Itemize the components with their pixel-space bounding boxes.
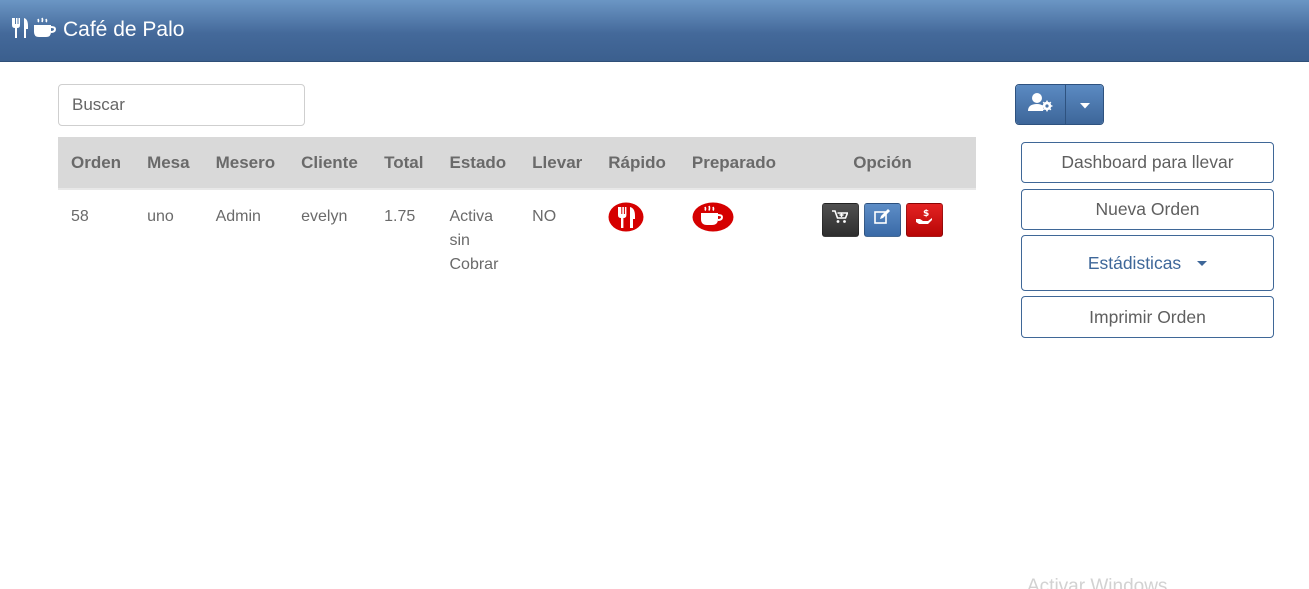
- col-opcion: Opción: [853, 152, 912, 172]
- coffee-icon: [692, 202, 734, 240]
- cell-total: 1.75: [371, 188, 437, 287]
- estado-line: Cobrar: [449, 256, 499, 273]
- col-estado: Estado: [449, 152, 507, 172]
- cell-mesero: Admin: [202, 188, 289, 287]
- user-menu-button-group: [1015, 84, 1104, 125]
- imprimir-orden-label: Imprimir Orden: [1089, 306, 1206, 327]
- edit-icon: [874, 208, 891, 232]
- dashboard-para-llevar-button[interactable]: Dashboard para llevar: [1021, 142, 1274, 183]
- cell-llevar: NO: [519, 188, 596, 287]
- cart-icon: [832, 208, 850, 232]
- brand-icons: [10, 17, 57, 44]
- col-llevar: Llevar: [532, 152, 583, 172]
- caret-down-icon: [1079, 96, 1090, 114]
- orders-table: Orden Mesa Mesero Cliente Total Estado L…: [58, 137, 976, 287]
- table-row: 58 uno Admin evelyn 1.75 Activa sin Cobr…: [58, 188, 976, 287]
- dashboard-para-llevar-label: Dashboard para llevar: [1061, 152, 1234, 172]
- svg-text:$: $: [923, 209, 929, 219]
- options-group: $: [802, 203, 963, 237]
- imprimir-orden-button[interactable]: Imprimir Orden: [1021, 296, 1274, 338]
- charge-button[interactable]: $: [905, 203, 943, 237]
- caret-down-icon: [1197, 260, 1208, 266]
- cell-orden: 58: [58, 188, 135, 287]
- user-settings-button[interactable]: [1016, 85, 1066, 124]
- brand-title: Café de Palo: [63, 18, 185, 41]
- cell-preparado: [678, 188, 789, 287]
- cell-rapido: [595, 188, 679, 287]
- cell-opcion: $: [788, 188, 976, 287]
- coffee-icon: [33, 17, 57, 44]
- nueva-orden-label: Nueva Orden: [1095, 199, 1200, 219]
- estadisticas-dropdown[interactable]: Estádisticas: [1021, 235, 1274, 291]
- utensils-icon: [608, 202, 644, 240]
- nueva-orden-button[interactable]: Nueva Orden: [1021, 189, 1274, 230]
- hand-money-icon: $: [915, 208, 933, 233]
- top-navbar: Café de Palo: [0, 0, 1309, 62]
- windows-activation-watermark: Activar Windows: [1027, 576, 1168, 589]
- utensils-icon: [10, 17, 30, 44]
- col-orden: Orden: [71, 152, 122, 172]
- estado-line: sin: [449, 232, 470, 249]
- brand[interactable]: Café de Palo: [10, 15, 184, 45]
- col-rapido: Rápido: [608, 152, 666, 172]
- table-header: Orden Mesa Mesero Cliente Total Estado L…: [58, 137, 976, 189]
- edit-button[interactable]: [863, 203, 901, 237]
- cell-cliente: evelyn: [288, 188, 372, 287]
- cell-mesa: uno: [134, 188, 203, 287]
- col-mesero: Mesero: [215, 152, 276, 172]
- estadisticas-label: Estádisticas: [1087, 252, 1182, 273]
- col-preparado: Preparado: [691, 152, 776, 172]
- cell-estado: Activa sin Cobrar: [436, 188, 520, 287]
- estado-line: Activa: [449, 208, 494, 225]
- user-menu-toggle[interactable]: [1066, 85, 1103, 124]
- col-total: Total: [384, 152, 424, 172]
- col-mesa: Mesa: [147, 152, 190, 172]
- user-cog-icon: [1027, 92, 1054, 117]
- search-input[interactable]: [58, 84, 305, 126]
- cart-button[interactable]: [821, 203, 859, 237]
- col-cliente: Cliente: [301, 152, 358, 172]
